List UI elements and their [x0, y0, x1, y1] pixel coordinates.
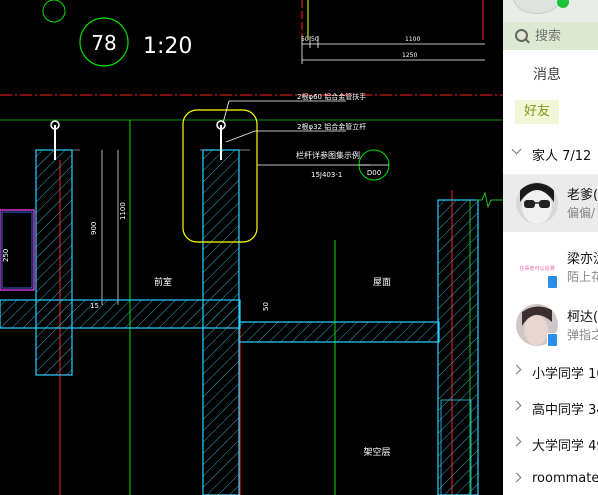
chevron-right-icon: [511, 472, 522, 483]
group-label: roommate: [532, 471, 598, 486]
contact-signature: 偏偏/: [567, 206, 596, 220]
group-university[interactable]: 大学同学 49: [503, 429, 598, 461]
chevron-down-icon: [511, 144, 522, 155]
online-status-icon: [557, 0, 569, 8]
cad-note-detail: 栏杆详参图集示例: [296, 150, 360, 160]
contact-item[interactable]: 柯达( 弹指之: [503, 296, 598, 354]
group-roommate[interactable]: roommate: [503, 465, 598, 495]
group-label: 高中同学 34: [532, 403, 598, 418]
cad-dim-250: 250: [2, 249, 10, 262]
mobile-online-icon: [547, 275, 558, 289]
chevron-right-icon: [511, 364, 522, 375]
cad-dim-50: 50: [262, 302, 270, 311]
cad-dim-50b: 50: [311, 36, 319, 43]
contact-name: 老爹(: [567, 188, 598, 203]
contact-avatar: [516, 182, 558, 224]
group-label: 大学同学 49: [532, 439, 598, 454]
cad-note-post: 2根φ32 铝合金管立杆: [297, 122, 366, 131]
contact-thumb-text: 往事若可以追溯: [519, 265, 554, 272]
search-input[interactable]: [535, 27, 595, 45]
group-label: 家人 7/12: [532, 149, 592, 164]
cad-room-right: 屋面: [373, 277, 391, 288]
search-icon: [515, 29, 528, 42]
cad-detail-number: 78: [91, 31, 116, 55]
contact-name: 柯达(: [567, 310, 598, 325]
contact-signature: 陌上花: [567, 270, 598, 284]
cad-dim-900: 900: [90, 222, 98, 235]
cad-dim-50a: 50: [301, 36, 309, 43]
contact-signature: 弹指之: [567, 328, 598, 342]
cad-dim-15: 15: [90, 302, 99, 310]
tab-messages[interactable]: 消息: [533, 64, 561, 84]
contact-item[interactable]: 往事若可以追溯 梁亦泷 陌上花: [503, 238, 598, 296]
cad-note-atlas: 15J403-1: [311, 171, 342, 179]
group-high-school[interactable]: 高中同学 34: [503, 393, 598, 425]
cad-drawing-canvas[interactable]: 78 1:20 50 50 1100 1250 250 2根φ60 铝合金管扶手…: [0, 0, 503, 495]
friends-tab[interactable]: 好友: [515, 100, 559, 124]
group-label: 小学同学 10: [532, 367, 598, 382]
cad-dim-1100-v: 1100: [119, 202, 127, 220]
cad-detail-mark: D00: [367, 169, 381, 177]
qq-panel: 消息 好友 家人 7/12 老爹( 偏偏/ 往事若可以追溯 梁亦泷: [503, 0, 598, 495]
group-primary-school[interactable]: 小学同学 10: [503, 357, 598, 389]
cad-scale: 1:20: [143, 34, 192, 59]
contact-name: 梁亦泷: [567, 252, 598, 267]
search-bar[interactable]: [503, 22, 598, 50]
mobile-online-icon: [547, 333, 558, 347]
cad-dim-1100-top: 1100: [405, 36, 420, 43]
cad-room-left: 前室: [154, 276, 172, 288]
contact-item[interactable]: 老爹( 偏偏/: [503, 174, 598, 232]
my-avatar[interactable]: [513, 0, 561, 14]
chevron-right-icon: [511, 436, 522, 447]
qq-top-strip: [503, 0, 598, 22]
cad-dim-1250: 1250: [402, 52, 417, 59]
cad-note-handrail: 2根φ60 铝合金管扶手: [297, 92, 366, 101]
chevron-right-icon: [511, 400, 522, 411]
group-family[interactable]: 家人 7/12: [503, 139, 598, 171]
cad-room-bottom: 架空层: [363, 446, 390, 458]
